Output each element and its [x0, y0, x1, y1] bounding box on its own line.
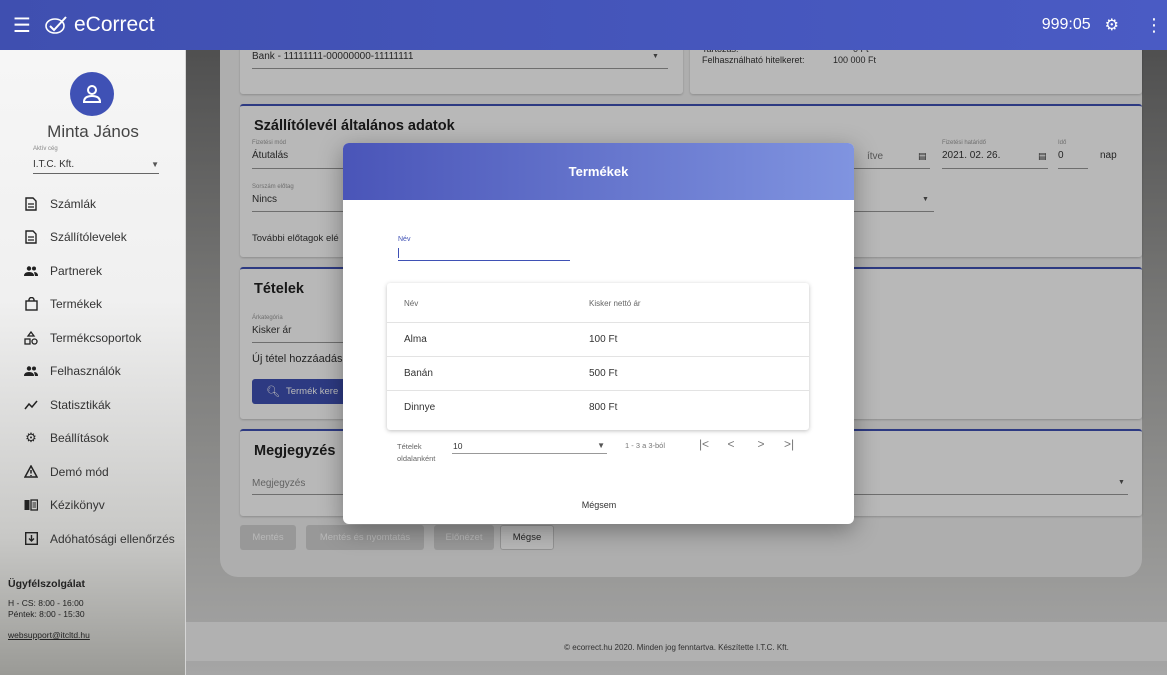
- support-title: Ügyfélszolgálat: [8, 578, 86, 590]
- products-modal: Termékek Név Név Kisker nettó ár Alma 10…: [343, 143, 854, 524]
- product-name: Alma: [404, 334, 427, 345]
- column-header-price[interactable]: Kisker nettó ár: [589, 299, 641, 308]
- sidebar-item-invoices[interactable]: Számlák: [0, 187, 186, 221]
- items-per-page-value: 10: [453, 441, 463, 451]
- sidebar-item-delivery-notes[interactable]: Szállítólevelek: [0, 221, 186, 255]
- chevron-down-icon: ▼: [151, 160, 159, 169]
- support-info: Ügyfélszolgálat H - CS: 8:00 - 16:00 Pén…: [8, 578, 90, 640]
- app-name: eCorrect: [74, 13, 155, 36]
- sidebar-item-demo-mode[interactable]: Demó mód: [0, 455, 186, 489]
- settings-gear-icon[interactable]: ⚙: [1105, 15, 1119, 35]
- sidebar-item-label: Statisztikák: [50, 397, 111, 412]
- sidebar-item-label: Partnerek: [50, 263, 103, 278]
- sidebar-item-label: Adóhatósági ellenőrzés: [50, 531, 175, 546]
- table-row[interactable]: Alma 100 Ft: [387, 322, 809, 356]
- session-timer: 999:05: [1041, 16, 1091, 33]
- text-cursor: [398, 248, 399, 258]
- company-label: Aktív cég: [33, 146, 58, 152]
- document-icon: [24, 230, 38, 244]
- user-icon: [82, 85, 102, 103]
- items-per-page-select[interactable]: 10 ▼: [452, 439, 607, 454]
- support-email-link[interactable]: websupport@itcltd.hu: [8, 630, 90, 640]
- sidebar-item-label: Beállítások: [50, 431, 109, 446]
- product-price: 800 Ft: [589, 402, 618, 413]
- sidebar-item-label: Termékcsoportok: [50, 330, 142, 345]
- product-name: Banán: [404, 368, 433, 379]
- user-name: Minta János: [47, 122, 139, 141]
- first-page-icon[interactable]: |<: [696, 437, 712, 451]
- sidebar-item-statistics[interactable]: Statisztikák: [0, 388, 186, 422]
- document-icon: [24, 197, 38, 211]
- name-filter-label: Név: [398, 236, 411, 243]
- support-hours-friday: Péntek: 8:00 - 15:30: [8, 609, 85, 619]
- menu-icon[interactable]: ☰: [0, 13, 44, 38]
- sidebar-item-label: Felhasználók: [50, 364, 121, 379]
- chart-icon: [24, 398, 38, 412]
- sidebar-item-label: Szállítólevelek: [50, 230, 127, 245]
- more-vert-icon[interactable]: ⋮: [1145, 15, 1163, 36]
- support-hours-weekdays: H - CS: 8:00 - 16:00: [8, 598, 84, 608]
- download-box-icon: [24, 532, 38, 546]
- sidebar-nav: Számlák Szállítólevelek Partnerek Termék…: [0, 187, 186, 556]
- items-per-page-label-line1: Tételek: [397, 442, 422, 451]
- products-table: Név Kisker nettó ár Alma 100 Ft Banán 50…: [387, 283, 809, 430]
- column-header-name[interactable]: Név: [404, 299, 418, 308]
- sidebar-item-partners[interactable]: Partnerek: [0, 254, 186, 288]
- prev-page-icon[interactable]: <: [723, 437, 739, 451]
- modal-cancel-button[interactable]: Mégsem: [565, 496, 633, 514]
- book-icon: [24, 498, 38, 512]
- top-bar: ☰ eCorrect 999:05 ⚙ ⋮: [0, 0, 1167, 50]
- chevron-down-icon: ▼: [597, 441, 605, 450]
- gear-icon: ⚙: [25, 430, 37, 446]
- table-row[interactable]: Dinnye 800 Ft: [387, 390, 809, 424]
- sidebar-item-tax-audit[interactable]: Adóhatósági ellenőrzés: [0, 522, 186, 556]
- logo-check-icon: [45, 16, 67, 34]
- sidebar-item-products[interactable]: Termékek: [0, 288, 186, 322]
- avatar[interactable]: [70, 72, 114, 116]
- items-per-page-label-line2: oldalanként: [397, 454, 436, 463]
- product-price: 500 Ft: [589, 368, 618, 379]
- app-logo[interactable]: eCorrect: [44, 13, 155, 37]
- warning-icon: [24, 465, 38, 479]
- name-filter-input[interactable]: [398, 246, 570, 261]
- sidebar-item-label: Termékek: [50, 297, 103, 312]
- sidebar-item-settings[interactable]: ⚙ Beállítások: [0, 422, 186, 456]
- sidebar-item-label: Számlák: [50, 196, 97, 211]
- company-select[interactable]: I.T.C. Kft. ▼: [33, 156, 159, 174]
- company-value: I.T.C. Kft.: [33, 159, 75, 170]
- last-page-icon[interactable]: >|: [781, 437, 797, 451]
- sidebar-item-label: Demó mód: [50, 464, 109, 479]
- sidebar: Minta János Aktív cég I.T.C. Kft. ▼ Szám…: [0, 50, 186, 675]
- items-per-page-label: Tételek oldalanként: [397, 441, 435, 465]
- bag-icon: [24, 297, 38, 311]
- page-range: 1 - 3 a 3-ból: [625, 441, 666, 450]
- sidebar-item-manual[interactable]: Kézikönyv: [0, 489, 186, 523]
- people-icon: [24, 364, 38, 378]
- sidebar-item-label: Kézikönyv: [50, 498, 105, 513]
- table-row[interactable]: Banán 500 Ft: [387, 356, 809, 390]
- modal-title: Termékek: [343, 143, 854, 200]
- groups-icon: [24, 330, 38, 345]
- people-icon: [24, 264, 38, 278]
- next-page-icon[interactable]: >: [753, 437, 769, 451]
- product-price: 100 Ft: [589, 334, 618, 345]
- sidebar-item-users[interactable]: Felhasználók: [0, 355, 186, 389]
- sidebar-item-product-groups[interactable]: Termékcsoportok: [0, 321, 186, 355]
- product-name: Dinnye: [404, 402, 436, 413]
